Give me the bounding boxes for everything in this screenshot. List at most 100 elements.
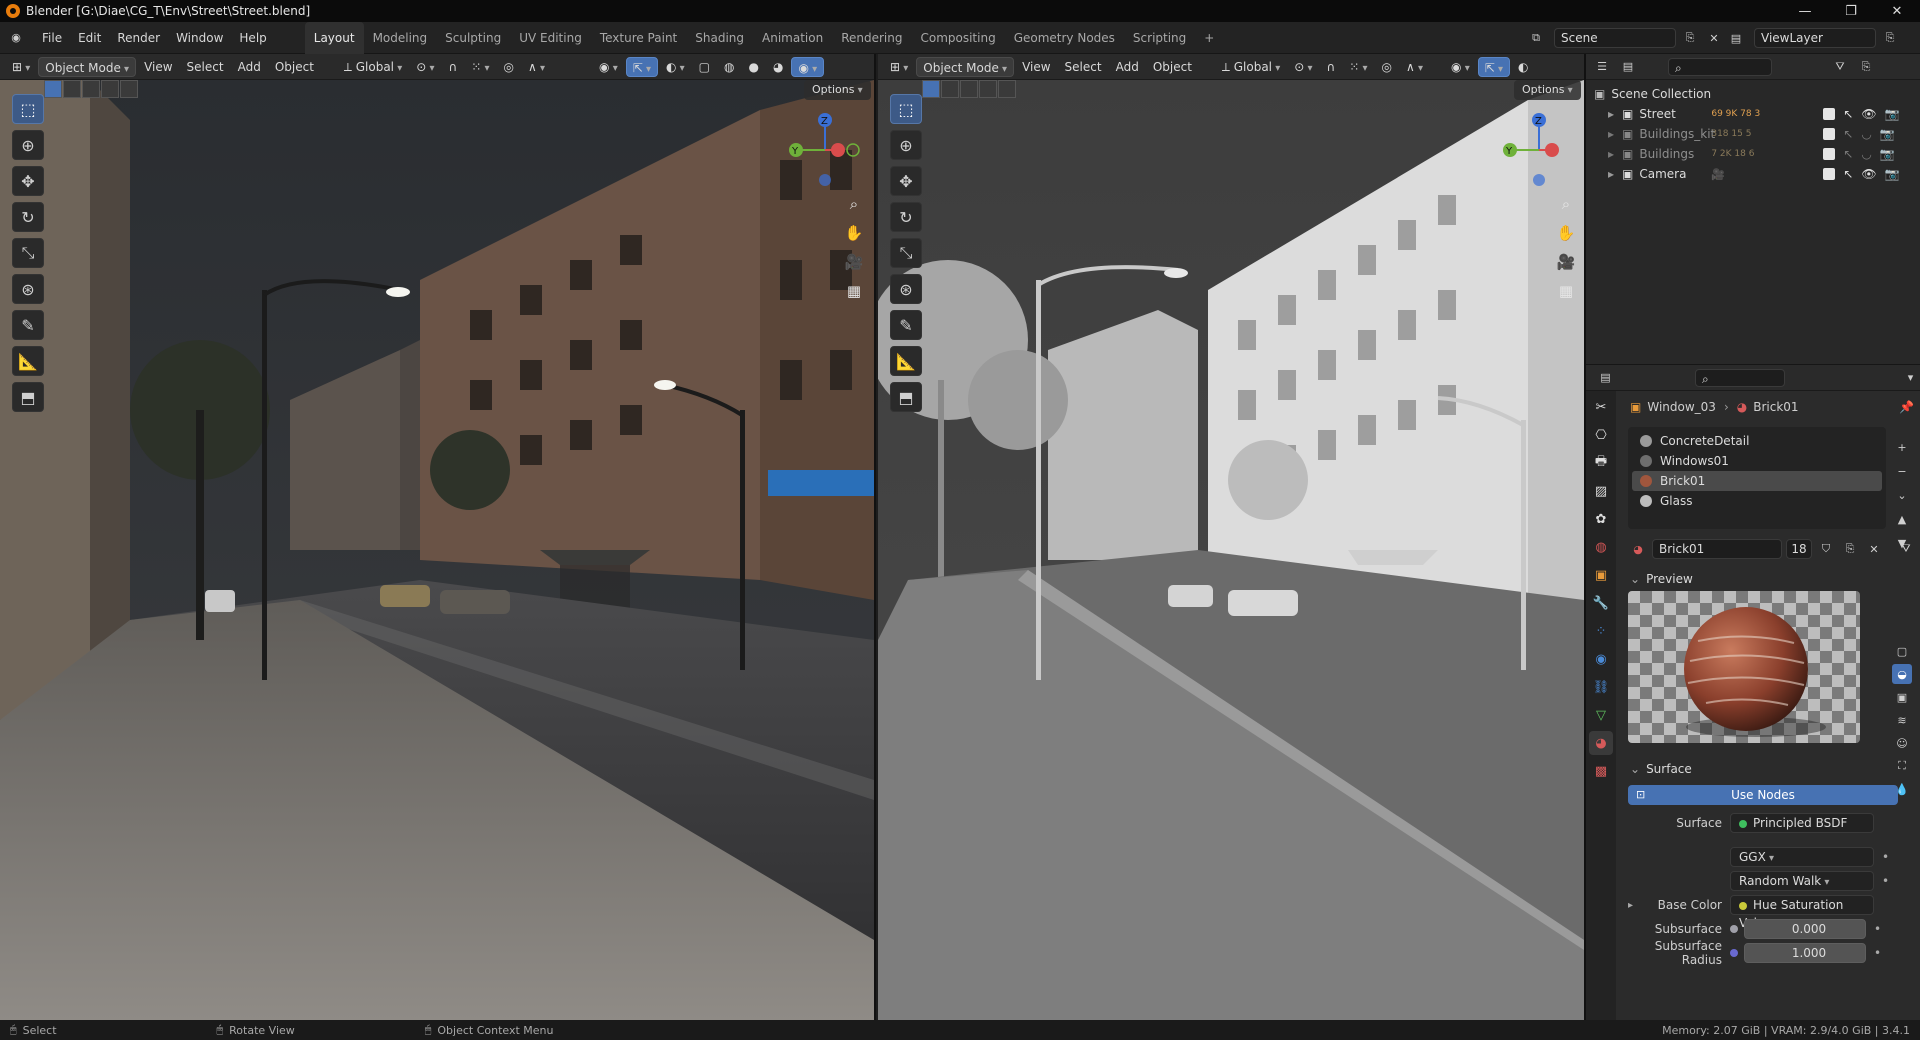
xray-icon[interactable]: ▢: [693, 57, 716, 77]
preview-panel-header[interactable]: ⌄ Preview: [1622, 567, 1918, 591]
material-name-field[interactable]: Brick01: [1652, 539, 1782, 559]
menu-file[interactable]: File: [34, 22, 70, 54]
texture-tab-icon[interactable]: ▩: [1589, 759, 1613, 783]
particles-tab-icon[interactable]: ⁘: [1589, 619, 1613, 643]
viewport-rendered[interactable]: ⊞ Object Mode View Select Add Object ⟂ G…: [0, 54, 876, 1020]
selectable-icon[interactable]: ↖: [1843, 167, 1853, 181]
distribution-dropdown[interactable]: GGX: [1730, 847, 1874, 867]
scale-tool-icon[interactable]: ⤡: [12, 238, 44, 268]
selectable-icon[interactable]: ↖: [1843, 127, 1853, 141]
socket-icon[interactable]: [1730, 949, 1738, 957]
world-tab-icon[interactable]: ◍: [1589, 535, 1613, 559]
maximize-button[interactable]: ❐: [1828, 0, 1874, 22]
properties-search-input[interactable]: ⌕: [1695, 368, 1785, 387]
visibility-icon-right[interactable]: ◉: [1445, 57, 1476, 77]
camera-view-icon[interactable]: 🎥: [842, 250, 866, 274]
outliner-item-buildings-kit[interactable]: ▸ ▣ Buildings_kit 318 15 5 ↖ ◡ 📷: [1594, 124, 1920, 144]
ortho-grid-icon-right[interactable]: ▦: [1554, 279, 1578, 303]
cursor-tool-icon[interactable]: ⊕: [12, 130, 44, 160]
keyframe-dot-icon[interactable]: •: [1874, 922, 1881, 936]
display-mode-icon[interactable]: ▤: [1618, 57, 1638, 77]
scene-field[interactable]: Scene: [1554, 28, 1676, 48]
exclude-checkbox[interactable]: [1823, 108, 1836, 120]
outliner-item-buildings[interactable]: ▸ ▣ Buildings 7 2K 18 6 ↖ ◡ 📷: [1594, 144, 1920, 164]
object-mode-dropdown[interactable]: Object Mode: [38, 56, 137, 77]
select-mode-buttons-right[interactable]: [922, 80, 1016, 98]
subsurface-radius-field[interactable]: 1.000: [1744, 943, 1866, 963]
preview-sphere-icon[interactable]: ◒: [1892, 664, 1912, 684]
eye-closed-icon[interactable]: ◡: [1861, 147, 1871, 161]
tab-uv-editing[interactable]: UV Editing: [510, 22, 591, 54]
close-button[interactable]: ✕: [1874, 0, 1920, 22]
eye-icon[interactable]: 👁: [1861, 167, 1876, 181]
transform-orientation-dropdown-right[interactable]: ⟂ Global: [1216, 57, 1286, 77]
preview-cloth-icon[interactable]: ⛶: [1892, 756, 1912, 776]
fake-user-shield-icon[interactable]: ⛉: [1816, 539, 1836, 559]
move-slot-down-icon[interactable]: ▼: [1892, 533, 1912, 553]
pan-hand-icon-right[interactable]: ✋: [1554, 221, 1578, 245]
selectable-icon[interactable]: ↖: [1843, 147, 1853, 161]
exclude-checkbox[interactable]: [1823, 168, 1836, 180]
render-camera-icon[interactable]: 📷: [1885, 107, 1900, 121]
shading-material-icon[interactable]: ◕: [767, 57, 789, 77]
material-users-count[interactable]: 18: [1786, 539, 1812, 559]
annotate-tool-icon-right[interactable]: ✎: [890, 310, 922, 340]
socket-icon[interactable]: [1730, 925, 1738, 933]
zoom-icon[interactable]: ⌕: [842, 192, 866, 216]
viewlayer-browse-icon[interactable]: ▤: [1726, 28, 1746, 48]
overlay-icon[interactable]: ◐: [660, 57, 691, 77]
material-slot-item[interactable]: Windows01: [1632, 451, 1882, 471]
exclude-checkbox[interactable]: [1823, 128, 1836, 140]
snap-target-icon-right[interactable]: ⁙: [1343, 57, 1373, 77]
pan-hand-icon[interactable]: ✋: [842, 221, 866, 245]
filter-icon[interactable]: ⛛: [1830, 57, 1850, 77]
outliner-root[interactable]: ▣ Scene Collection: [1594, 84, 1920, 104]
pin-icon[interactable]: 📌: [1899, 400, 1914, 414]
measure-tool-icon-right[interactable]: 📐: [890, 346, 922, 376]
surface-shader-field[interactable]: Principled BSDF: [1730, 813, 1874, 833]
add-cube-tool-icon[interactable]: ⬒: [12, 382, 44, 412]
remove-slot-icon[interactable]: −: [1892, 461, 1912, 481]
physics-tab-icon[interactable]: ◉: [1589, 647, 1613, 671]
tab-geometry-nodes[interactable]: Geometry Nodes: [1005, 22, 1124, 54]
new-viewlayer-icon[interactable]: ⎘: [1880, 28, 1900, 48]
material-browse-icon[interactable]: ◕: [1628, 539, 1648, 559]
editor-type-button[interactable]: ⊞: [6, 57, 36, 77]
snap-target-icon[interactable]: ⁙: [465, 57, 495, 77]
tab-rendering[interactable]: Rendering: [832, 22, 911, 54]
menu-render[interactable]: Render: [109, 22, 168, 54]
shading-solid-icon[interactable]: ●: [743, 57, 765, 77]
scene-tab-icon[interactable]: ✿: [1589, 507, 1613, 531]
tab-shading[interactable]: Shading: [686, 22, 753, 54]
render-tab-icon[interactable]: ⎔: [1589, 423, 1613, 447]
shading-rendered-icon[interactable]: ◉: [791, 56, 825, 77]
ortho-grid-icon[interactable]: ▦: [842, 279, 866, 303]
delete-scene-icon[interactable]: ✕: [1704, 28, 1724, 48]
object-tab-icon[interactable]: ▣: [1589, 563, 1613, 587]
transform-orientation-dropdown[interactable]: ⟂ Global: [338, 57, 408, 77]
render-camera-icon[interactable]: 📷: [1880, 127, 1895, 141]
outliner-item-camera[interactable]: ▸ ▣ Camera 🎥 ↖ 👁 📷: [1594, 164, 1920, 184]
add-workspace-button[interactable]: +: [1195, 22, 1223, 54]
menu-edit[interactable]: Edit: [70, 22, 109, 54]
view-menu[interactable]: View: [138, 57, 178, 77]
material-slot-item[interactable]: Glass: [1632, 491, 1882, 511]
transform-tool-icon[interactable]: ⊛: [12, 274, 44, 304]
select-box-tool-icon-right[interactable]: ⬚: [890, 94, 922, 124]
object-mode-dropdown-right[interactable]: Object Mode: [916, 56, 1015, 77]
rotate-tool-icon-right[interactable]: ↻: [890, 202, 922, 232]
material-tab-icon[interactable]: ◕: [1589, 731, 1613, 755]
tab-modeling[interactable]: Modeling: [364, 22, 437, 54]
expand-icon[interactable]: ▸: [1608, 107, 1622, 121]
tab-animation[interactable]: Animation: [753, 22, 832, 54]
modifier-tab-icon[interactable]: 🔧: [1589, 591, 1613, 615]
expand-icon[interactable]: ▸: [1628, 900, 1642, 911]
object-menu[interactable]: Object: [269, 57, 320, 77]
eye-icon[interactable]: 👁: [1861, 107, 1876, 121]
surface-panel-header[interactable]: ⌄ Surface: [1622, 757, 1918, 781]
move-tool-icon-right[interactable]: ✥: [890, 166, 922, 196]
new-collection-icon[interactable]: ⎘: [1856, 57, 1876, 77]
minimize-button[interactable]: —: [1782, 0, 1828, 22]
proportional-edit-icon[interactable]: ◎: [498, 57, 520, 77]
blender-menu-icon[interactable]: ◉: [6, 28, 26, 48]
